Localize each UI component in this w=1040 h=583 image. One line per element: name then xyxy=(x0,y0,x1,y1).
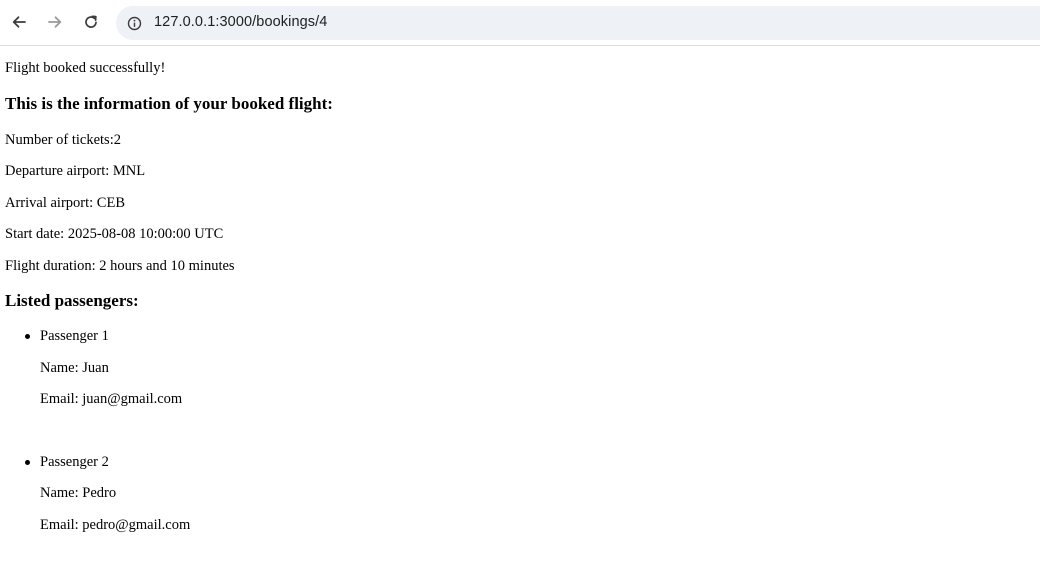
info-circle-icon xyxy=(127,16,141,30)
passenger-email: Email: juan@gmail.com xyxy=(40,391,183,407)
start-date: Start date: 2025-08-08 10:00:00 UTC xyxy=(5,226,224,242)
tickets-count: Number of tickets:2 xyxy=(5,132,121,148)
passenger-label: Passenger 1 xyxy=(40,328,109,344)
passenger-email: Email: pedro@gmail.com xyxy=(40,517,191,533)
flash-notice: Flight booked successfully! xyxy=(5,60,166,76)
departure-airport: Departure airport: MNL xyxy=(5,163,146,179)
browser-toolbar: 127.0.0.1:3000/bookings/4 xyxy=(0,0,1040,46)
arrow-left-icon xyxy=(12,16,26,28)
site-info-icon[interactable] xyxy=(124,13,144,33)
url-text[interactable]: 127.0.0.1:3000/bookings/4 xyxy=(154,14,327,30)
passenger-name: Name: Pedro xyxy=(40,485,117,501)
flight-duration: Flight duration: 2 hours and 10 minutes xyxy=(5,258,235,274)
forward-button[interactable] xyxy=(42,9,68,35)
booking-heading: This is the information of your booked f… xyxy=(5,94,333,113)
passenger-label: Passenger 2 xyxy=(40,454,109,470)
reload-button[interactable] xyxy=(78,9,104,35)
arrival-airport: Arrival airport: CEB xyxy=(5,195,126,211)
bullet-marker xyxy=(25,334,30,339)
arrow-right-icon xyxy=(48,16,62,28)
bullet-marker xyxy=(25,460,30,465)
address-bar[interactable]: 127.0.0.1:3000/bookings/4 xyxy=(116,6,1040,40)
back-button[interactable] xyxy=(6,9,32,35)
passengers-heading: Listed passengers: xyxy=(5,291,139,310)
reload-icon xyxy=(85,15,97,28)
passenger-name: Name: Juan xyxy=(40,360,109,376)
